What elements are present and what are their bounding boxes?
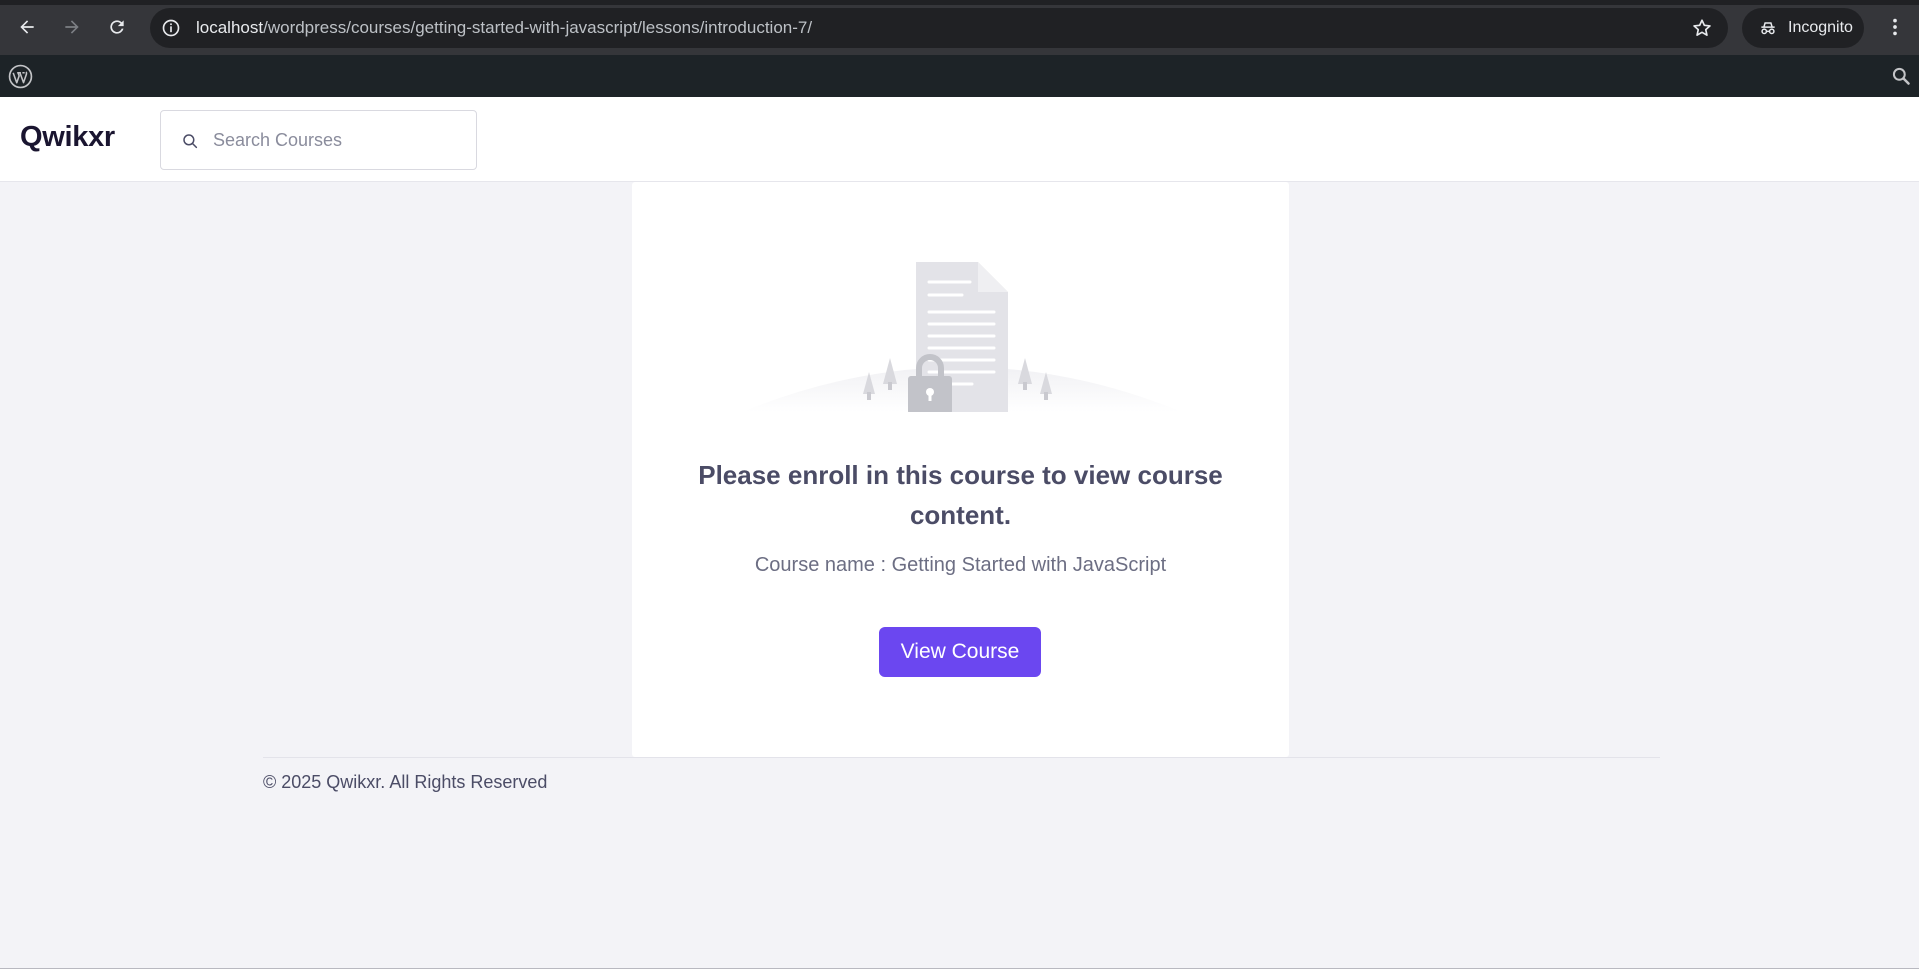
reload-icon (110, 20, 124, 34)
site-header: Qwikxr (0, 97, 1919, 182)
more-icon (1893, 18, 1897, 36)
browser-menu-button[interactable] (1880, 12, 1910, 42)
locked-document-icon (742, 262, 1182, 412)
course-name-text: Course name : Getting Started with JavaS… (754, 554, 1167, 576)
wordpress-icon[interactable] (8, 64, 33, 89)
star-icon (1693, 19, 1711, 36)
view-course-button[interactable]: View Course (879, 627, 1041, 677)
incognito-icon (1761, 22, 1775, 35)
back-icon (20, 20, 34, 34)
wp-admin-bar (0, 55, 1919, 97)
enroll-required-card: Please enroll in this course to view cou… (632, 182, 1289, 757)
search-input[interactable] (213, 111, 463, 169)
course-search[interactable] (160, 110, 477, 170)
browser-tabstrip-edge (0, 0, 1919, 5)
address-bar[interactable]: localhost/wordpress/courses/getting-star… (150, 8, 1728, 48)
forward-button[interactable] (57, 12, 87, 42)
admin-search-icon[interactable] (1891, 66, 1911, 86)
incognito-label: Incognito (1788, 19, 1853, 36)
back-button[interactable] (12, 12, 42, 42)
search-icon (183, 134, 198, 149)
footer-copyright: © 2025 Qwikxr. All Rights Reserved (263, 772, 548, 792)
incognito-indicator[interactable]: Incognito (1742, 8, 1864, 48)
url-path: /wordpress/courses/getting-started-with-… (263, 18, 813, 37)
url-host: localhost (196, 18, 264, 37)
site-info-button[interactable] (160, 17, 182, 39)
site-logo[interactable]: Qwikxr (20, 121, 115, 154)
url-text: localhost/wordpress/courses/getting-star… (196, 18, 812, 38)
enroll-message: Please enroll in this course to view cou… (698, 460, 1223, 530)
forward-icon (65, 20, 79, 34)
bookmark-button[interactable] (1690, 16, 1714, 40)
browser-toolbar: localhost/wordpress/courses/getting-star… (0, 0, 1919, 55)
info-icon (162, 19, 180, 37)
reload-button[interactable] (102, 12, 132, 42)
footer-divider (263, 757, 1660, 758)
